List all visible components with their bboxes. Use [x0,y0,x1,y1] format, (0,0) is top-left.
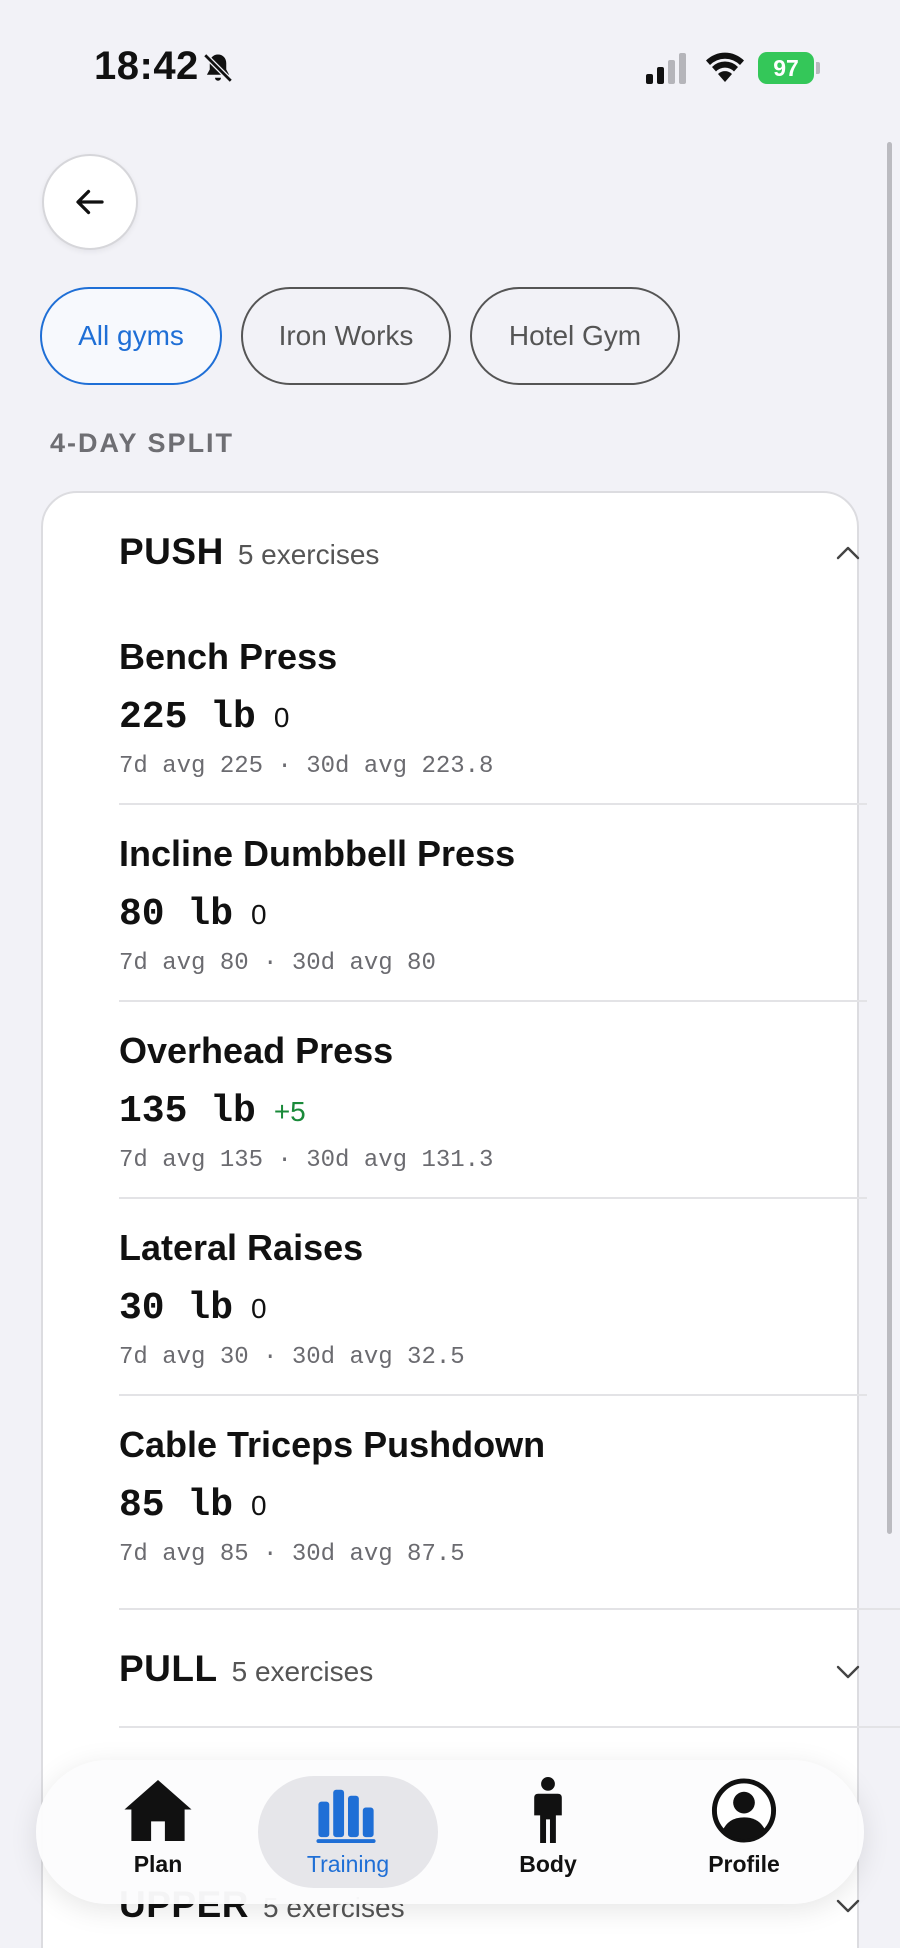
tab-label: Plan [133,1851,183,1877]
exercise-item[interactable]: Incline Dumbbell Press 80 lb 0 7d avg 80… [119,833,867,977]
tab-profile[interactable]: Profile [654,1776,834,1888]
battery-level: 97 [758,52,814,84]
profile-icon [711,1778,777,1843]
chevron-down-icon[interactable] [835,1897,861,1915]
divider [119,1608,900,1610]
exercise-item[interactable]: Bench Press 225 lb 0 7d avg 225 · 30d av… [119,636,867,780]
exercise-averages: 7d avg 85 · 30d avg 87.5 [119,1541,465,1568]
exercise-delta: 0 [251,1490,267,1521]
exercise-weight: 85 lb [119,1484,234,1527]
exercise-name: Lateral Raises [119,1227,364,1268]
status-time: 18:42 [94,44,199,88]
tab-label: Profile [708,1851,780,1877]
push-group-header[interactable]: PUSH 5 exercises [119,531,379,573]
chevron-up-icon[interactable] [835,544,861,562]
tab-label: Training [306,1851,390,1877]
exercise-item[interactable]: Cable Triceps Pushdown 85 lb 0 7d avg 85… [119,1424,867,1568]
exercise-weight: 135 lb [119,1090,256,1133]
exercise-delta: 0 [273,702,290,733]
battery-indicator: 97 [758,52,820,84]
divider [119,803,867,805]
exercise-averages: 7d avg 30 · 30d avg 32.5 [119,1344,465,1371]
chevron-down-icon[interactable] [835,1663,861,1681]
exercise-name: Cable Triceps Pushdown [119,1424,546,1465]
section-label: 4-DAY SPLIT [50,428,235,458]
bell-muted-icon [203,53,233,83]
tab-body[interactable]: Body [458,1776,638,1888]
exercise-name: Overhead Press [119,1030,394,1071]
divider [119,1000,867,1002]
scrollbar[interactable] [887,142,892,1534]
divider [119,1726,900,1728]
gym-filter-chips: All gyms Iron Works Hotel Gym [40,287,680,385]
home-icon [124,1779,192,1842]
exercise-item[interactable]: Lateral Raises 30 lb 0 7d avg 30 · 30d a… [119,1227,867,1371]
wifi-icon [706,52,744,82]
tab-label: Body [519,1851,577,1877]
pull-group-header[interactable]: PULL 5 exercises [119,1648,373,1690]
tab-training[interactable]: Training [258,1776,438,1888]
chip-hotel-gym[interactable]: Hotel Gym [470,287,680,385]
divider [119,1197,867,1199]
group-count: 5 exercises [237,539,380,570]
group-name: PULL [119,1648,218,1689]
battery-tip [816,62,820,74]
exercise-weight: 225 lb [119,696,256,739]
status-bar: 18:42 97 [0,0,900,120]
exercise-item[interactable]: Overhead Press 135 lb +5 7d avg 135 · 30… [119,1030,867,1174]
exercise-delta: 0 [251,899,267,930]
chip-all-gyms[interactable]: All gyms [40,287,222,385]
back-button[interactable] [42,154,138,250]
split-card: PUSH 5 exercises Bench Press 225 lb 0 7d… [41,491,900,1948]
arrow-left-icon [76,189,104,215]
tab-bar: Plan Training Body Profile [36,1760,864,1904]
exercise-delta: +5 [273,1096,306,1127]
bar-chart-icon [316,1789,376,1844]
exercise-name: Bench Press [119,636,338,677]
exercise-averages: 7d avg 135 · 30d avg 131.3 [119,1147,494,1174]
cellular-signal-icon [646,53,686,84]
chip-iron-works[interactable]: Iron Works [241,287,451,385]
divider [119,1394,867,1396]
exercise-delta: 0 [251,1293,267,1324]
person-icon [534,1776,562,1844]
exercise-averages: 7d avg 225 · 30d avg 223.8 [119,753,494,780]
exercise-averages: 7d avg 80 · 30d avg 80 [119,950,436,977]
group-count: 5 exercises [231,1656,374,1687]
exercise-weight: 30 lb [119,1287,234,1330]
tab-plan[interactable]: Plan [68,1776,248,1888]
exercise-name: Incline Dumbbell Press [119,833,516,874]
group-name: PUSH [119,531,224,572]
exercise-weight: 80 lb [119,893,234,936]
